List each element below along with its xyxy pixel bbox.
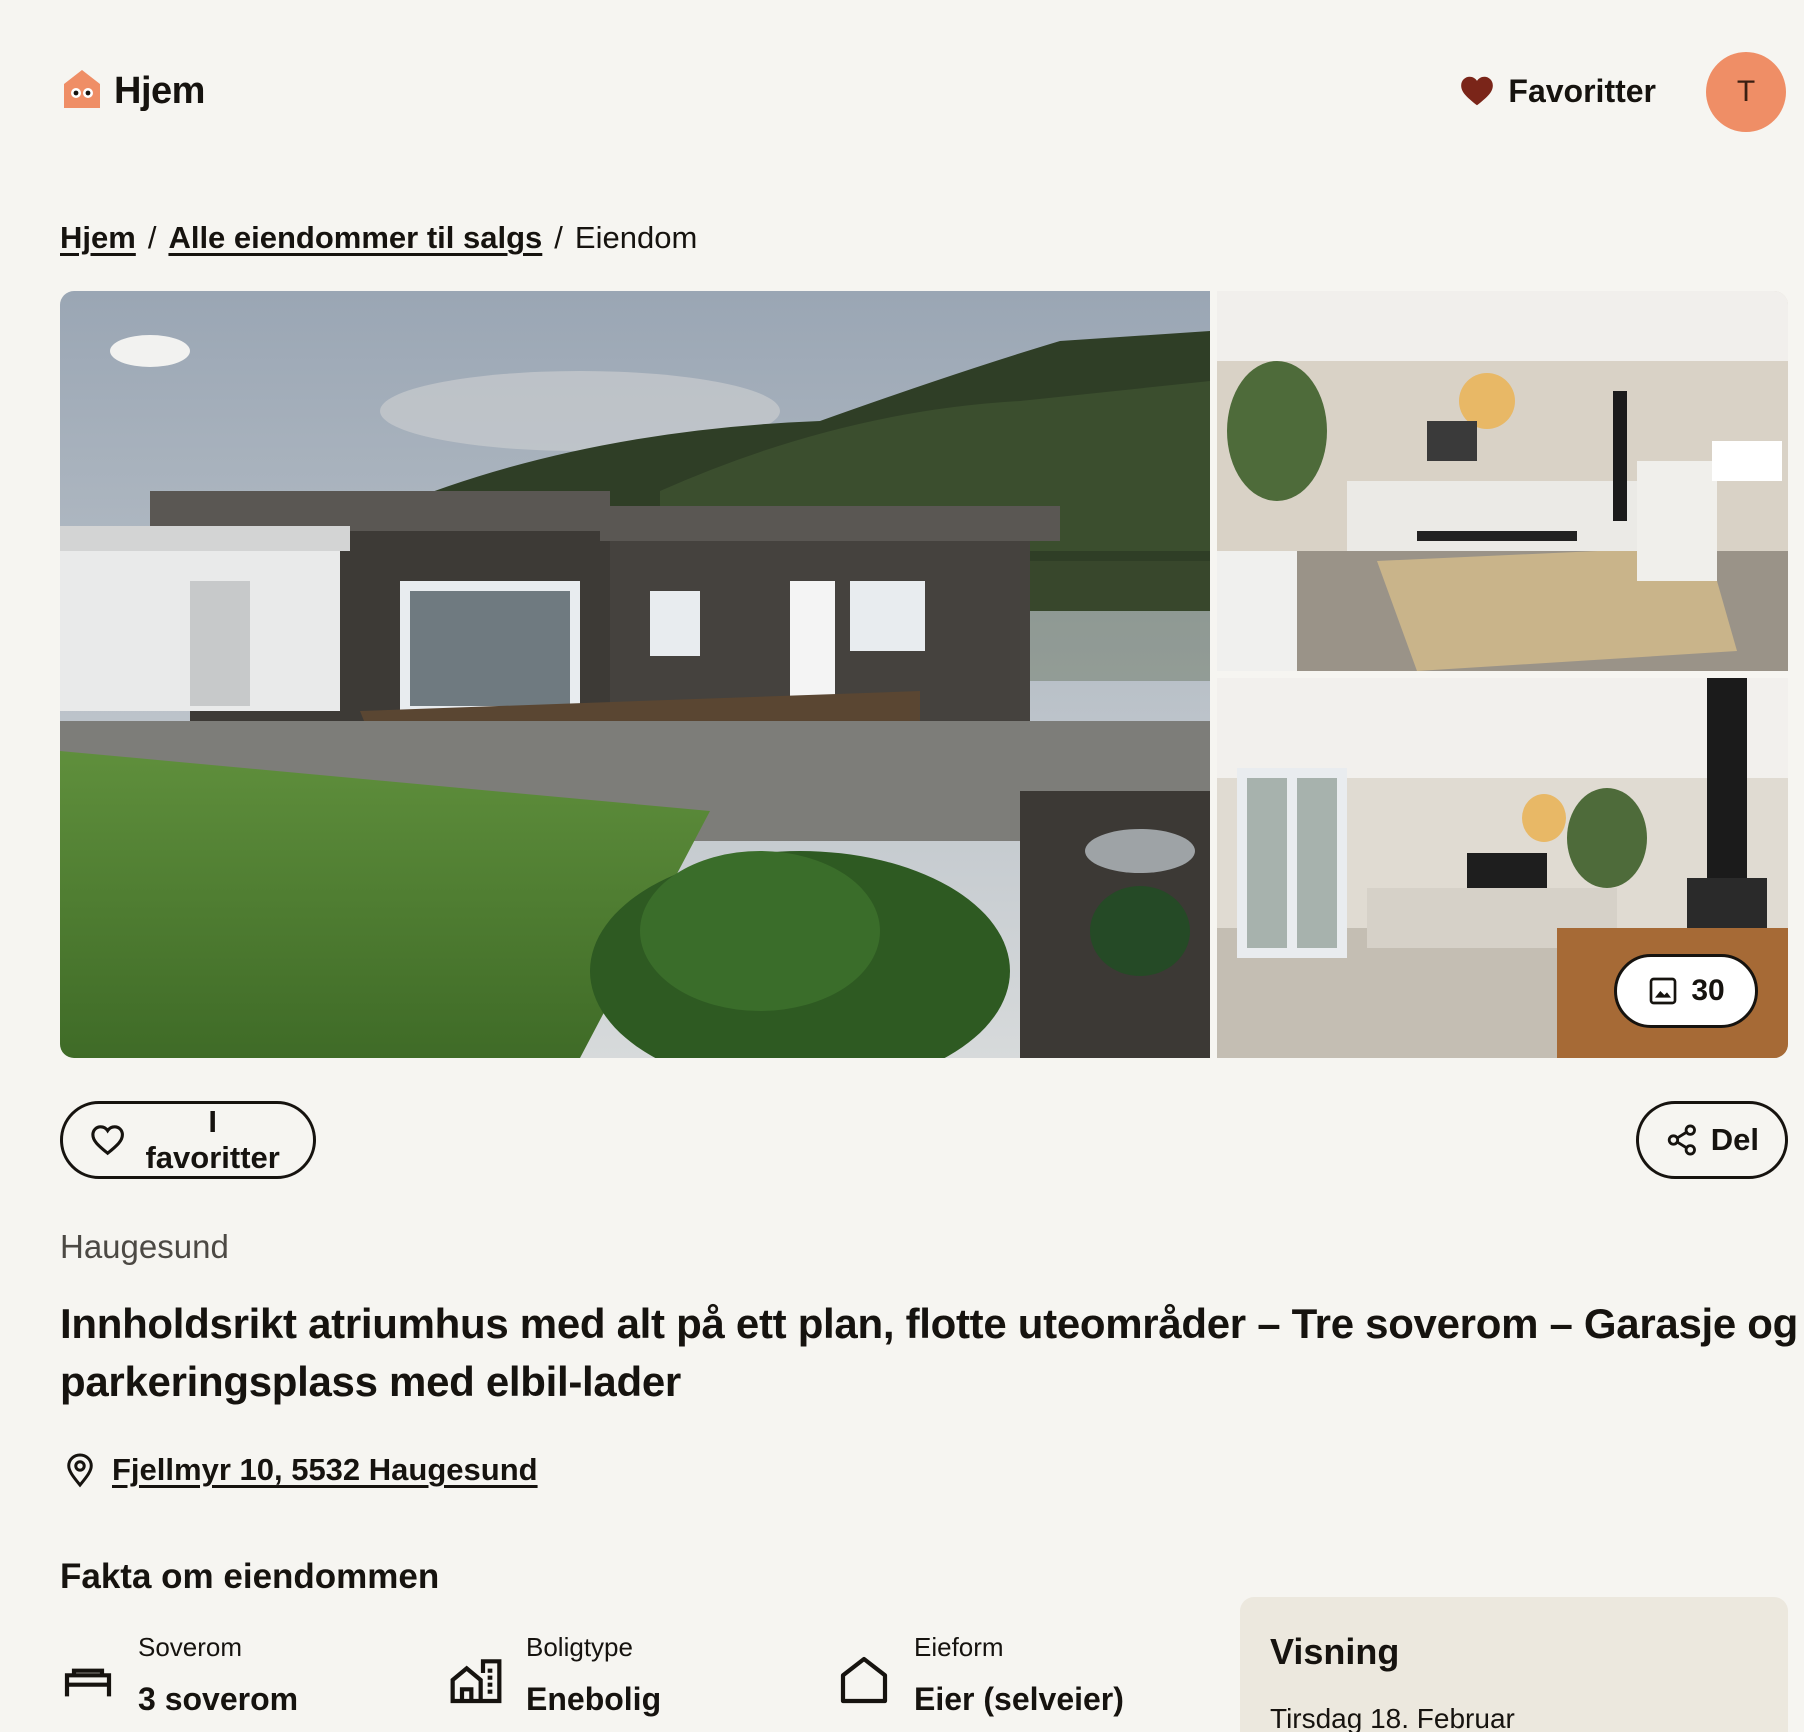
share-icon: [1667, 1124, 1696, 1156]
fact-value: Eier (selveier): [914, 1681, 1124, 1717]
breadcrumb-all-properties[interactable]: Alle eiendommer til salgs: [168, 220, 542, 256]
fact-property-type: Boligtype Enebolig: [448, 1632, 661, 1718]
breadcrumb-separator: /: [554, 220, 563, 255]
fact-label: Eieform: [914, 1632, 1004, 1662]
breadcrumb-home[interactable]: Hjem: [60, 220, 136, 256]
share-label: Del: [1710, 1122, 1759, 1157]
photo-living-room-fireplace[interactable]: 30: [1217, 678, 1788, 1058]
fact-bedrooms: Soverom 3 soverom: [60, 1632, 298, 1718]
photo-count-button[interactable]: 30: [1614, 954, 1758, 1028]
viewing-title: Visning: [1270, 1631, 1400, 1672]
favorites-label: Favoritter: [1508, 72, 1656, 109]
fact-value: 3 soverom: [138, 1681, 299, 1717]
heart-icon: [1461, 76, 1494, 106]
viewing-date: Tirsdag 18. Februar: [1270, 1703, 1515, 1732]
breadcrumb-current: Eiendom: [574, 220, 698, 255]
bed-icon: [64, 1668, 112, 1697]
house-icon: [840, 1656, 888, 1704]
fact-label: Soverom: [138, 1632, 243, 1662]
breadcrumb-separator: /: [147, 220, 157, 255]
photo-living-room-sofa[interactable]: [1217, 291, 1788, 671]
image-icon: [1649, 977, 1677, 1005]
favorite-toggle-label: I favoritter: [145, 1104, 280, 1175]
main-photo-exterior[interactable]: [60, 291, 1210, 1058]
breadcrumb: Hjem / Alle eiendommer til salgs / Eiend…: [60, 220, 697, 256]
address-link[interactable]: Fjellmyr 10, 5532 Haugesund: [112, 1452, 538, 1488]
facts-heading: Fakta om eiendommen: [60, 1557, 440, 1596]
fact-ownership: Eieform Eier (selveier): [836, 1632, 1124, 1718]
listing-address: Fjellmyr 10, 5532 Haugesund: [62, 1452, 538, 1488]
photo-gallery: 30: [60, 291, 1788, 1058]
logo-text: Hjem: [114, 70, 205, 112]
listing-title: Innholdsrikt atriumhus med alt på ett pl…: [60, 1300, 1799, 1405]
share-button[interactable]: Del: [1636, 1101, 1788, 1179]
house-logo-icon: [64, 70, 100, 108]
fact-value: Enebolig: [526, 1681, 662, 1717]
map-pin-icon: [67, 1453, 93, 1488]
building-icon: [450, 1659, 502, 1704]
photo-count-value: 30: [1691, 974, 1725, 1007]
site-header: Hjem Favoritter T: [60, 52, 1786, 132]
heart-outline-icon: [91, 1125, 124, 1156]
favorites-link[interactable]: Favoritter: [1458, 72, 1656, 110]
fact-label: Boligtype: [526, 1632, 633, 1662]
logo[interactable]: Hjem: [60, 66, 205, 110]
favorite-toggle-button[interactable]: I favoritter: [60, 1101, 316, 1179]
listing-city: Haugesund: [60, 1228, 229, 1265]
viewing-card: Visning Tirsdag 18. Februar: [1240, 1597, 1788, 1732]
user-avatar[interactable]: T: [1706, 52, 1786, 132]
